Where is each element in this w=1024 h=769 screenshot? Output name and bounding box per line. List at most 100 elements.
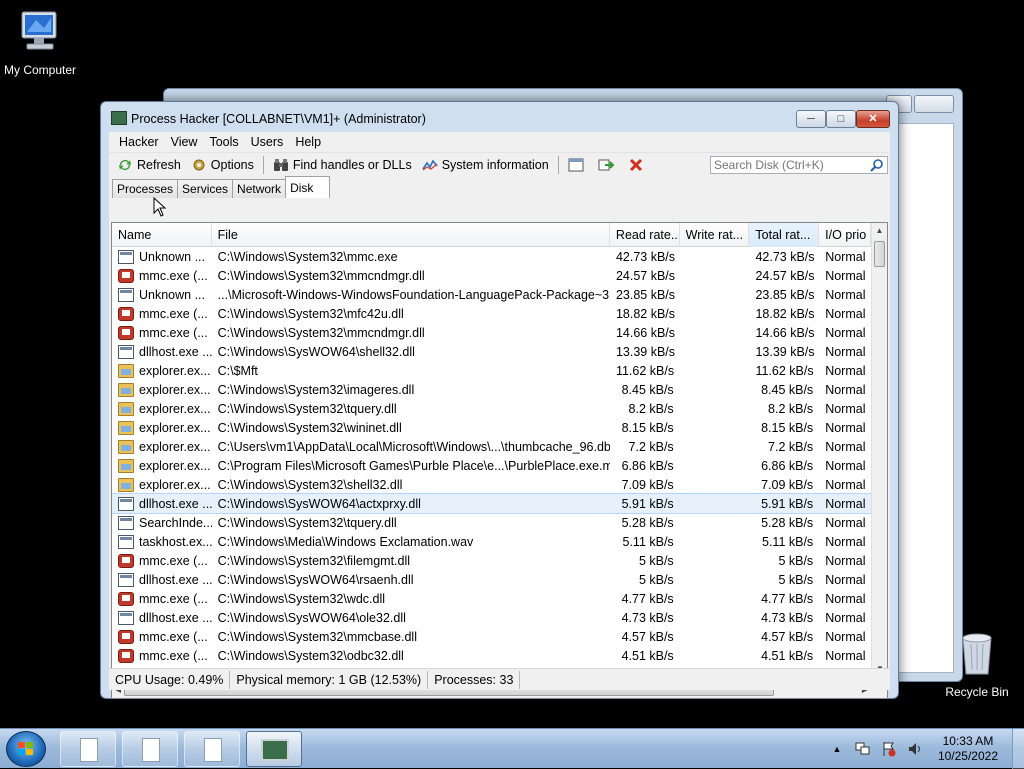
table-row[interactable]: explorer.ex... C:\Windows\System32\shell3… — [112, 475, 871, 494]
bg-close-button[interactable] — [914, 95, 954, 113]
mmc-process-icon — [118, 553, 134, 568]
cell-file: C:\Windows\System32\mmcndmgr.dll — [217, 268, 425, 283]
find-handles-button[interactable]: Find handles or DLLs — [268, 154, 417, 176]
cell-file: C:\Windows\Media\Windows Exclamation.wav — [217, 534, 474, 549]
process-name: explorer.ex... — [139, 477, 211, 492]
go-to-button[interactable] — [593, 154, 623, 176]
cell-file: C:\Program Files\Microsoft Games\Purble … — [217, 458, 610, 473]
column-header-read-rate[interactable]: Read rate... — [610, 223, 680, 247]
mmc-process-icon — [118, 591, 134, 606]
table-row[interactable]: explorer.ex... C:\Users\vm1\AppData\Local… — [112, 437, 871, 456]
process-name: explorer.ex... — [139, 363, 211, 378]
cell-name: mmc.exe (... — [112, 553, 212, 568]
table-row[interactable]: dllhost.exe ... C:\Windows\SysWOW64\rsaen… — [112, 570, 871, 589]
cell-total-rate: 4.57 kB/s — [761, 629, 814, 644]
cell-total-rate: 7.09 kB/s — [761, 477, 814, 492]
table-row[interactable]: SearchInde... C:\Windows\System32\tquery.… — [112, 513, 871, 532]
title-bar[interactable]: Process Hacker [COLLABNET\VM1]+ (Adminis… — [101, 102, 898, 132]
cell-read-rate: 4.51 kB/s — [621, 648, 674, 663]
table-row[interactable]: explorer.ex... C:\Windows\System32\winine… — [112, 418, 871, 437]
table-row[interactable]: mmc.exe (... C:\Windows\System32\mmcbase.… — [112, 627, 871, 646]
cell-total-rate: 5.28 kB/s — [761, 515, 814, 530]
cell-read-rate: 24.57 kB/s — [615, 268, 676, 283]
gear-icon — [193, 159, 205, 170]
volume-icon[interactable] — [907, 741, 923, 757]
disk-list-view[interactable]: Name File Read rate... Write rat... Tota… — [111, 222, 888, 699]
table-row[interactable]: mmc.exe (... C:\Windows\System32\mfc42u.d… — [112, 304, 871, 323]
document-icon — [204, 738, 222, 762]
table-row[interactable]: explorer.ex... C:\Program Files\Microsoft… — [112, 456, 871, 475]
maximize-button[interactable]: □ — [826, 110, 856, 128]
vertical-scrollbar[interactable]: ▲ ▼ — [871, 223, 887, 677]
cell-read-rate: 23.85 kB/s — [615, 287, 676, 302]
mmc-process-icon — [118, 648, 134, 663]
explorer-folder-icon — [118, 477, 134, 492]
show-hidden-icons-icon[interactable]: ▲ — [829, 741, 845, 757]
process-hacker-window[interactable]: Process Hacker [COLLABNET\VM1]+ (Adminis… — [100, 101, 899, 699]
toolbar: Refresh Options Find handles or DLLs Sys… — [109, 152, 890, 176]
column-header-write-rate[interactable]: Write rat... — [680, 223, 750, 247]
cell-io-priority: Normal — [825, 458, 866, 473]
menu-view[interactable]: View — [165, 135, 204, 149]
tab-disk[interactable]: Disk — [285, 176, 331, 198]
table-row[interactable]: mmc.exe (... C:\Windows\System32\mmcndmgr… — [112, 323, 871, 342]
tab-services[interactable]: Services — [177, 179, 234, 198]
column-header-total-rate[interactable]: Total rat... — [749, 223, 820, 247]
table-row[interactable]: explorer.ex... C:\Windows\System32\imager… — [112, 380, 871, 399]
search-icon[interactable] — [870, 158, 884, 172]
table-row[interactable]: explorer.ex... C:\Windows\System32\tquery… — [112, 399, 871, 418]
vertical-scroll-thumb[interactable] — [874, 241, 885, 267]
taskbar-app-document-2[interactable] — [122, 731, 178, 767]
menu-users[interactable]: Users — [245, 135, 290, 149]
table-row[interactable]: mmc.exe (... C:\Windows\System32\wdc.dll 4… — [112, 589, 871, 608]
menu-tools[interactable]: Tools — [203, 135, 244, 149]
table-row[interactable]: Unknown ... C:\Windows\System32\mmc.exe 42… — [112, 247, 871, 266]
window-toggle-button[interactable] — [563, 154, 593, 176]
column-header-io-priority[interactable]: I/O prio — [819, 223, 871, 247]
cell-total-rate: 42.73 kB/s — [755, 249, 815, 264]
system-clock[interactable]: 10:33 AM 10/25/2022 — [938, 734, 998, 764]
refresh-button[interactable]: Refresh — [112, 154, 186, 176]
tab-network[interactable]: Network — [232, 179, 287, 198]
terminate-button[interactable] — [623, 154, 653, 176]
table-row[interactable]: dllhost.exe ... C:\Windows\SysWOW64\ole32… — [112, 608, 871, 627]
tab-processes[interactable]: Processes — [112, 179, 179, 198]
menu-help[interactable]: Help — [289, 135, 327, 149]
close-button[interactable]: ✕ — [856, 110, 890, 128]
scroll-up-arrow-icon[interactable]: ▲ — [872, 223, 887, 239]
tab-strip: Processes Services Network Disk — [109, 176, 890, 198]
table-row[interactable]: mmc.exe (... C:\Windows\System32\odbc32.d… — [112, 646, 871, 665]
action-center-flag-icon[interactable] — [881, 741, 897, 757]
taskbar-app-document-3[interactable] — [184, 731, 240, 767]
network-icon[interactable] — [855, 741, 871, 757]
my-computer-desktop-icon[interactable]: My Computer — [0, 8, 80, 77]
table-row[interactable]: dllhost.exe ... C:\Windows\SysWOW64\shell… — [112, 342, 871, 361]
cell-io-priority: Normal — [825, 287, 866, 302]
table-row[interactable]: mmc.exe (... C:\Windows\System32\filemgmt… — [112, 551, 871, 570]
table-row[interactable]: taskhost.ex... C:\Windows\Media\Windows E… — [112, 532, 871, 551]
start-button[interactable] — [6, 731, 46, 767]
show-desktop-button[interactable] — [1012, 729, 1024, 769]
table-row[interactable]: dllhost.exe ... C:\Windows\SysWOW64\actxp… — [112, 493, 871, 514]
system-information-button[interactable]: System information — [417, 154, 554, 176]
explorer-folder-icon — [118, 458, 134, 473]
chart-line-icon — [422, 159, 438, 170]
cell-name: dllhost.exe ... — [112, 610, 212, 625]
column-header-name[interactable]: Name — [112, 223, 212, 247]
minimize-button[interactable]: ─ — [796, 110, 826, 128]
cell-file: C:\Windows\System32\odbc32.dll — [217, 648, 404, 663]
cell-name: explorer.ex... — [112, 439, 212, 454]
table-row[interactable]: explorer.ex... C:\$Mft 11.62 kB/s 11.62 kB/… — [112, 361, 871, 380]
explorer-folder-icon — [118, 363, 134, 378]
column-header-file[interactable]: File — [212, 223, 610, 247]
menu-hacker[interactable]: Hacker — [113, 135, 165, 149]
taskbar-app-process-hacker[interactable] — [246, 731, 302, 767]
table-row[interactable]: Unknown ... ...\Microsoft-Windows-Windows… — [112, 285, 871, 304]
search-disk-input[interactable] — [711, 156, 867, 173]
cell-total-rate: 18.82 kB/s — [755, 306, 815, 321]
taskbar-app-document-1[interactable] — [60, 731, 116, 767]
table-row[interactable]: mmc.exe (... C:\Windows\System32\mmcndmgr… — [112, 266, 871, 285]
explorer-folder-icon — [118, 382, 134, 397]
search-disk-box[interactable] — [710, 155, 888, 174]
options-button[interactable]: Options — [186, 154, 259, 176]
